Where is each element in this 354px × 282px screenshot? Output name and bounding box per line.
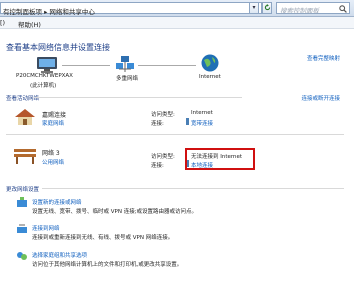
- network-label: 多重网络: [116, 76, 139, 82]
- computer-name: P20CMCHKTWEPXAX: [16, 73, 73, 79]
- access-type-label: 访问类型:: [151, 154, 175, 160]
- address-dropdown-button[interactable]: ▾: [249, 2, 259, 14]
- connect-network-icon: [17, 224, 27, 233]
- page-title: 查看基本网络信息并设置连接: [6, 43, 110, 52]
- connector-line-2: [138, 65, 196, 66]
- new-connection-icon: [17, 197, 27, 207]
- access-type-label: 访问类型:: [151, 112, 175, 118]
- public-network-icon: [14, 149, 36, 164]
- breadcrumb-box[interactable]: 有控制面板项 ▸ 网络和共享中心: [0, 2, 262, 16]
- computer-subtitle: (此计算机): [30, 83, 57, 89]
- full-map-link[interactable]: 查看完整映射: [307, 54, 340, 62]
- computer-icon: [37, 57, 57, 73]
- connect-network-desc: 连接到或重新连接到无线、有线、拨号或 VPN 网络连接。: [32, 235, 174, 241]
- home-network-icon: [15, 109, 35, 125]
- internet-globe-icon: [201, 54, 219, 72]
- menu-item-view[interactable]: [): [0, 19, 5, 27]
- setup-connection-desc: 设置无线、宽带、拨号、临时或 VPN 连接;或设置路由器或访问点。: [32, 209, 198, 215]
- divider: [42, 188, 344, 189]
- homegroup-link[interactable]: 选择家庭组和共享选项: [32, 251, 87, 259]
- connection-link[interactable]: 宽带连接: [191, 119, 213, 127]
- divider: [34, 97, 242, 98]
- address-bar: 有控制面板项 ▸ 网络和共享中心 ▾ 搜索控制面板: [0, 0, 354, 17]
- search-input[interactable]: 搜索控制面板: [276, 2, 350, 15]
- connect-disconnect-link[interactable]: 连接或断开连接: [301, 94, 340, 102]
- refresh-button[interactable]: [262, 2, 272, 14]
- access-type-value: Internet: [191, 110, 213, 116]
- active-networks-header: 查看活动网络: [6, 96, 40, 102]
- network-name: 网络 3: [42, 150, 60, 157]
- connection-label: 连接:: [151, 163, 164, 169]
- network-type-link[interactable]: 公用网络: [42, 158, 64, 166]
- internet-label: Internet: [199, 74, 221, 80]
- homegroup-icon: [17, 252, 27, 260]
- network-type-link[interactable]: 家庭网络: [42, 119, 64, 127]
- connection-label: 连接:: [151, 121, 164, 127]
- homegroup-desc: 访问位于其他网络计算机上的文件和打印机,或更改共享设置。: [32, 262, 183, 268]
- connector-line: [62, 65, 110, 66]
- multiple-networks-icon: [116, 56, 134, 72]
- breadcrumb[interactable]: 有控制面板项 ▸ 网络和共享中心: [3, 6, 95, 16]
- highlight-box: [185, 148, 255, 170]
- search-icon[interactable]: [339, 5, 347, 13]
- menu-bar: [) 帮助(H): [0, 17, 354, 29]
- menu-item-help[interactable]: 帮助(H): [18, 19, 41, 29]
- divider: [6, 134, 344, 135]
- broadband-icon: [186, 118, 189, 125]
- setup-connection-link[interactable]: 设置新的连接或网络: [32, 198, 82, 206]
- search-placeholder: 搜索控制面板: [280, 7, 319, 15]
- change-settings-header: 更改网络设置: [6, 187, 40, 193]
- refresh-icon: [264, 4, 270, 11]
- connect-network-link[interactable]: 连接到网络: [32, 224, 60, 232]
- network-name: 嘉赐连接: [42, 112, 67, 119]
